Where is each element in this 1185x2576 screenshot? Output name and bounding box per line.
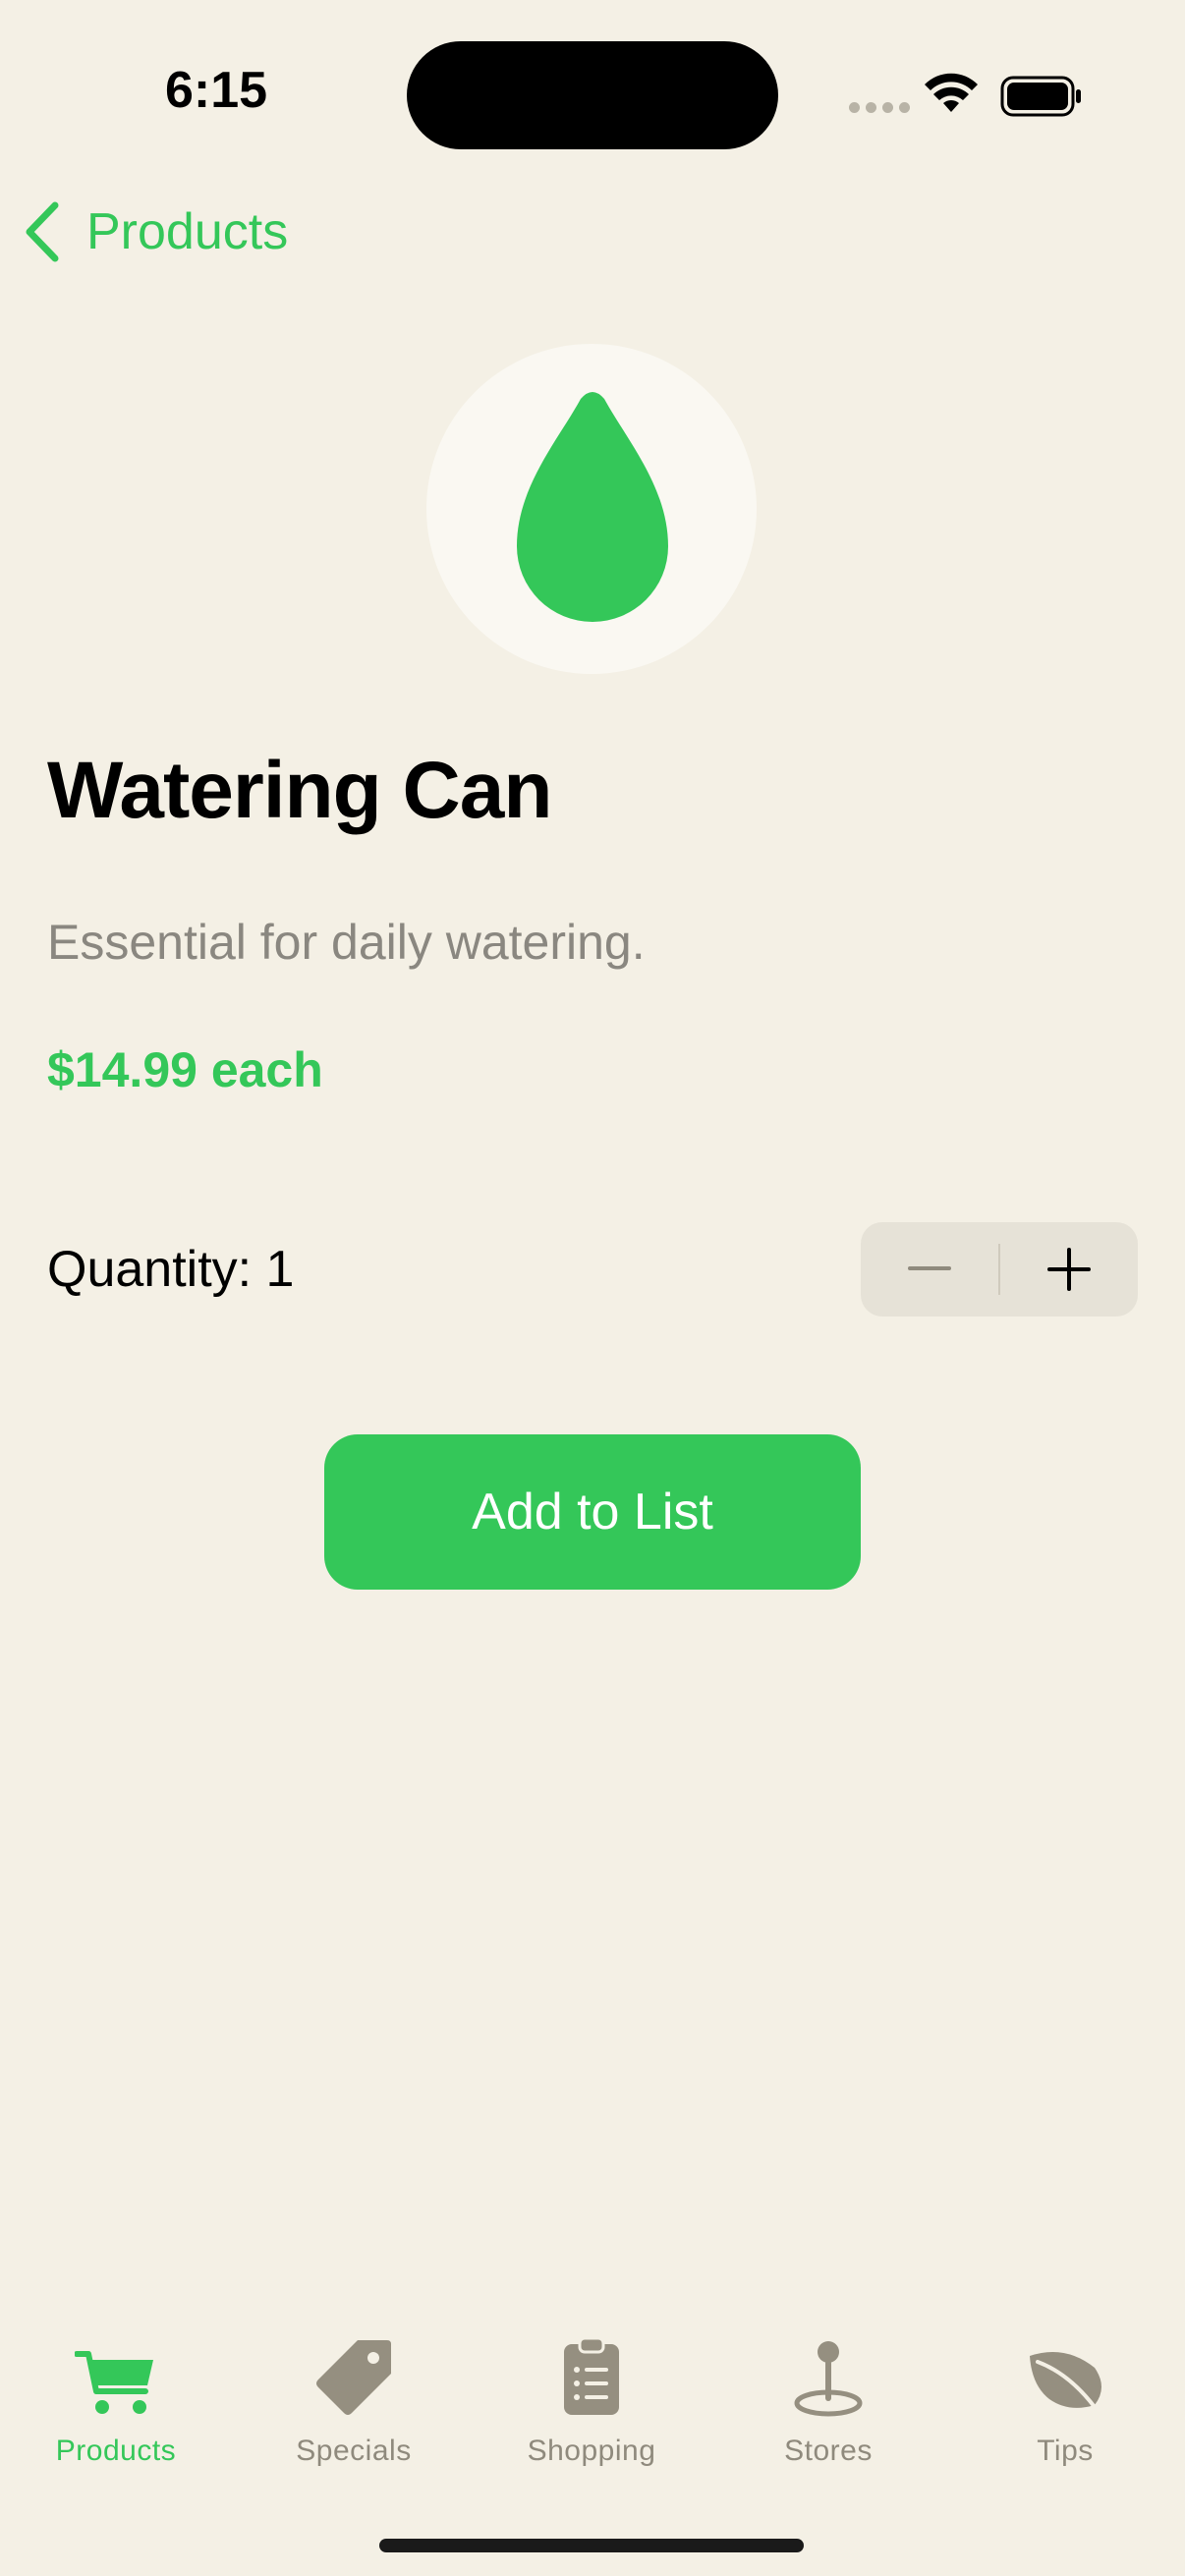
- minus-icon: [908, 1266, 951, 1270]
- tab-bar: Products Specials Shopping Stores Tips: [0, 2328, 1185, 2505]
- tab-label: Tips: [1037, 2435, 1094, 2467]
- tab-shopping[interactable]: Shopping: [493, 2328, 690, 2468]
- tab-specials[interactable]: Specials: [255, 2328, 452, 2468]
- cellular-signal-icon: [849, 102, 910, 113]
- dynamic-island: [407, 41, 778, 149]
- wifi-icon: [924, 73, 979, 121]
- tab-tips[interactable]: Tips: [967, 2328, 1163, 2468]
- chevron-left-icon: [26, 201, 59, 262]
- back-label: Products: [86, 203, 289, 260]
- status-time: 6:15: [164, 62, 268, 119]
- home-indicator: [379, 2539, 804, 2552]
- clipboard-list-icon: [562, 2328, 621, 2417]
- tab-label: Specials: [296, 2435, 412, 2467]
- plus-icon: [1047, 1248, 1091, 1291]
- product-price: $14.99 each: [47, 1042, 323, 1097]
- tab-stores[interactable]: Stores: [730, 2328, 927, 2468]
- water-drop-icon: [509, 389, 676, 632]
- tab-label: Stores: [784, 2435, 873, 2467]
- tab-label: Products: [55, 2435, 177, 2467]
- cart-icon: [75, 2328, 157, 2417]
- increment-button[interactable]: [1000, 1222, 1138, 1316]
- map-pin-icon: [793, 2328, 864, 2417]
- tab-label: Shopping: [527, 2435, 656, 2467]
- tab-products[interactable]: Products: [18, 2328, 214, 2468]
- quantity-stepper[interactable]: [861, 1222, 1138, 1316]
- product-description: Essential for daily watering.: [47, 915, 646, 970]
- leaf-icon: [1026, 2328, 1104, 2417]
- product-title: Watering Can: [47, 746, 552, 835]
- back-button[interactable]: Products: [22, 196, 288, 267]
- quantity-label: Quantity: 1: [47, 1241, 295, 1298]
- battery-icon: [1000, 75, 1083, 123]
- decrement-button[interactable]: [861, 1222, 998, 1316]
- add-to-list-button[interactable]: Add to List: [324, 1434, 861, 1590]
- tag-icon: [314, 2328, 393, 2417]
